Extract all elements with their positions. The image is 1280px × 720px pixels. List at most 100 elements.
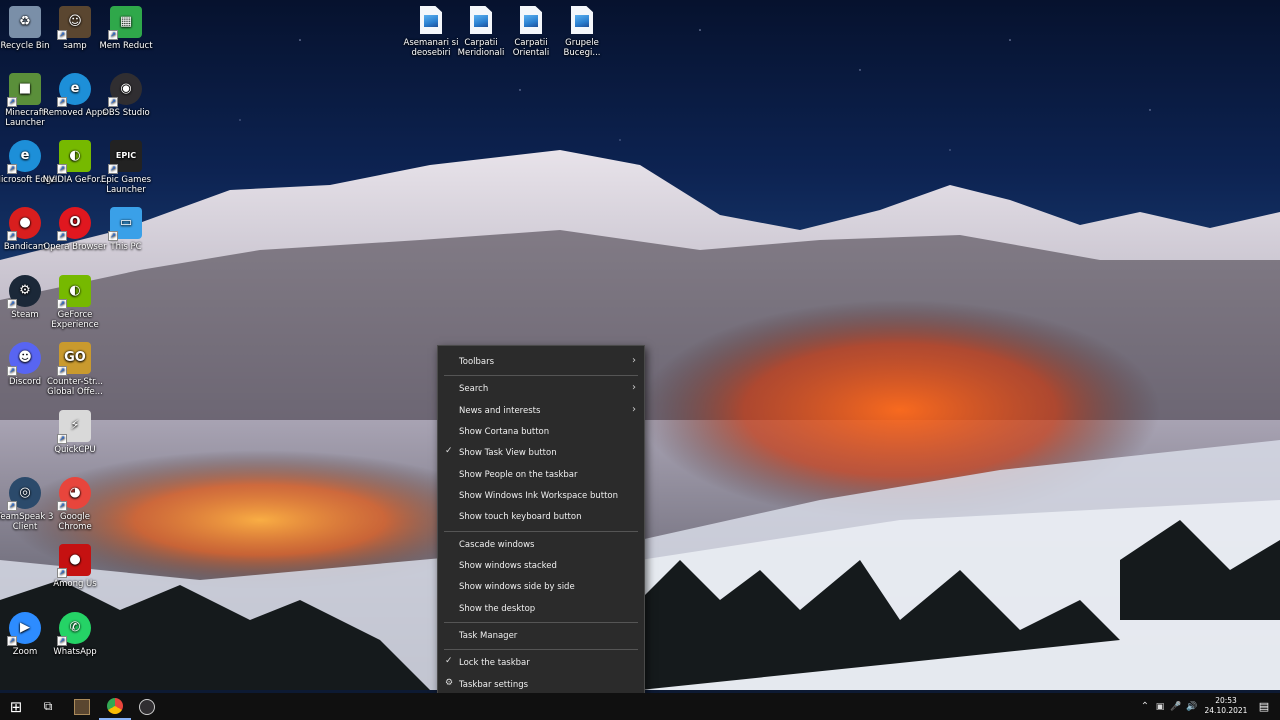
desktop-shortcut[interactable]: ▭ ↗ This PC [93,207,159,252]
menu-item-label: News and interests [459,405,541,416]
edge-icon: e ↗ [57,73,91,107]
menu-item-show-cortana-button[interactable]: Show Cortana button [438,421,644,442]
menu-separator [444,649,638,650]
network-icon[interactable]: ▣ [1152,702,1168,712]
menu-item-show-touch-keyboard[interactable]: Show touch keyboard button [438,506,644,527]
shortcut-arrow-icon: ↗ [57,231,67,241]
teamspeak-icon: ◎ ↗ [7,477,41,511]
menu-item-show-ink-workspace[interactable]: Show Windows Ink Workspace button [438,485,644,506]
taskbar-app-obs[interactable] [131,693,163,720]
taskbar-clock[interactable]: 20:53 24.10.2021 [1202,696,1250,716]
menu-item-label: Show Cortana button [459,426,550,437]
chrome-icon: ◕ ↗ [57,477,91,511]
menu-item-label: Toolbars [459,356,495,367]
start-button[interactable]: ⊞ [0,693,32,720]
icon-glyph: ● [69,552,81,567]
image-file-icon [571,6,593,34]
shortcut-arrow-icon: ↗ [7,636,17,646]
menu-item-news-and-interests[interactable]: News and interests › [438,400,644,421]
volume-icon[interactable]: 🔊 [1184,702,1200,712]
microphone-icon[interactable]: 🎤 [1168,702,1184,712]
task-view-button[interactable]: ⧉ [32,693,64,720]
shortcut-arrow-icon: ↗ [108,231,118,241]
windows-logo-icon: ⊞ [9,697,23,716]
chrome-taskbar-icon [107,697,123,714]
menu-item-label: Show windows side by side [459,581,575,592]
desktop-shortcut-label: Mem Reduct [99,41,153,51]
menu-item-show-the-desktop[interactable]: Show the desktop [438,598,644,619]
shortcut-arrow-icon: ↗ [57,97,67,107]
shortcut-arrow-icon: ↗ [7,299,17,309]
icon-glyph: ● [19,215,31,230]
shortcut-arrow-icon: ↗ [7,501,17,511]
desktop-shortcut[interactable]: ◕ ↗ Google Chrome [42,477,108,532]
icon-glyph: ▦ [119,14,133,29]
shortcut-arrow-icon: ↗ [57,501,67,511]
menu-item-label: Task Manager [459,630,518,641]
shortcut-arrow-icon: ↗ [57,164,67,174]
geforce-icon: ◐ ↗ [57,275,91,309]
chevron-right-icon: › [632,355,636,366]
desktop-file[interactable]: Grupele Bucegi... [549,6,615,58]
menu-item-lock-the-taskbar[interactable]: ✓ Lock the taskbar [438,652,644,673]
desktop-shortcut[interactable]: GO ↗ Counter-Str... Global Offe... [42,342,108,397]
icon-glyph: ⚙ [19,283,31,298]
desktop-shortcut-label: This PC [110,242,142,252]
desktop-shortcut-label: Google Chrome [58,512,92,532]
menu-item-toolbars[interactable]: Toolbars › [438,351,644,372]
samp-taskbar-icon [74,698,90,715]
icon-glyph: O [69,215,81,230]
obs-taskbar-icon [139,698,155,715]
desktop-shortcut-label: Epic Games Launcher [100,175,152,195]
csgo-icon: GO ↗ [57,342,91,376]
menu-item-taskbar-settings[interactable]: ⚙ Taskbar settings [438,674,644,695]
icon-glyph: EPIC [115,151,137,160]
recycle-bin-icon: ♻ [9,6,41,38]
icon-glyph: ◉ [120,81,132,96]
icon-glyph: ◐ [69,148,81,163]
icon-glyph: ♻ [19,14,31,29]
desktop-shortcut-label: Counter-Str... Global Offe... [46,377,104,397]
action-center-button[interactable]: ▤ [1248,693,1280,720]
menu-item-show-windows-side-by-side[interactable]: Show windows side by side [438,576,644,597]
desktop-shortcut[interactable]: ✆ ↗ WhatsApp [42,612,108,657]
menu-separator [444,531,638,532]
shortcut-arrow-icon: ↗ [108,97,118,107]
desktop-shortcut[interactable]: EPIC ↗ Epic Games Launcher [93,140,159,195]
menu-item-show-windows-stacked[interactable]: Show windows stacked [438,555,644,576]
shortcut-arrow-icon: ↗ [108,164,118,174]
desktop-shortcut[interactable]: ▦ ↗ Mem Reduct [93,6,159,51]
icon-glyph: ■ [18,81,32,96]
obs-icon: ◉ ↗ [108,73,142,107]
menu-item-label: Show People on the taskbar [459,469,578,480]
image-file-icon [520,6,542,34]
menu-item-label: Search [459,383,489,394]
desktop-shortcut-label: WhatsApp [53,647,97,657]
menu-separator [444,622,638,623]
desktop-shortcut[interactable]: ⚡ ↗ QuickCPU [42,410,108,455]
menu-separator [444,375,638,376]
desktop-shortcut[interactable]: ◉ ↗ OBS Studio [93,73,159,118]
samp-icon: ☺ ↗ [57,6,91,40]
menu-item-show-people[interactable]: Show People on the taskbar [438,464,644,485]
shortcut-arrow-icon: ↗ [57,30,67,40]
opera-icon: O ↗ [57,207,91,241]
shortcut-arrow-icon: ↗ [57,434,67,444]
desktop-shortcut[interactable]: ● ↗ Among Us [42,544,108,589]
clock-time: 20:53 [1215,696,1237,705]
menu-item-cascade-windows[interactable]: Cascade windows [438,534,644,555]
minecraft-icon: ■ ↗ [7,73,41,107]
taskbar-app-samp[interactable] [66,693,98,720]
whatsapp-icon: ✆ ↗ [57,612,91,646]
menu-item-task-manager[interactable]: Task Manager [438,625,644,646]
menu-item-search[interactable]: Search › [438,378,644,399]
desktop-shortcut[interactable]: ◐ ↗ GeForce Experience [42,275,108,330]
menu-item-label: Show the desktop [459,603,536,614]
icon-glyph: ▶ [20,620,30,635]
shortcut-arrow-icon: ↗ [57,636,67,646]
taskbar-app-chrome[interactable] [99,693,131,720]
tray-expand-chevron-icon[interactable]: ⌃ [1138,701,1152,712]
menu-item-show-task-view-button[interactable]: ✓ Show Task View button [438,442,644,463]
notifications-icon: ▤ [1258,700,1270,713]
desktop-file-label: Grupele Bucegi... [563,38,601,58]
